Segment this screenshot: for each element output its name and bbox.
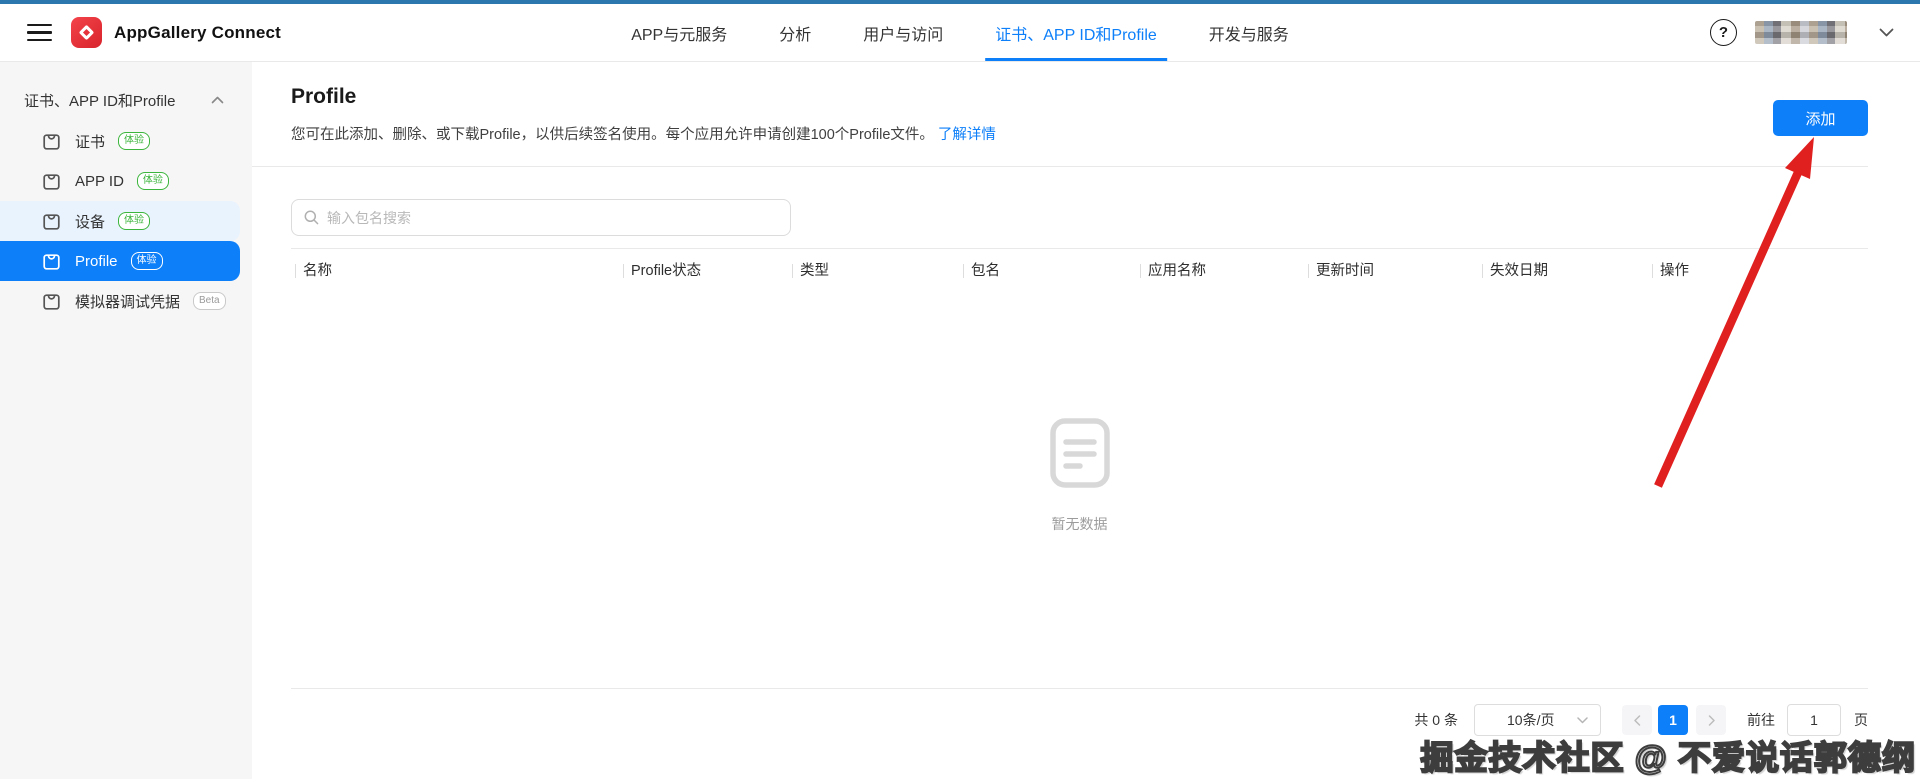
column-header-profile-status: Profile状态 xyxy=(623,263,792,279)
header-divider xyxy=(252,166,1868,167)
sidebar-item-app-id[interactable]: APP ID 体验 xyxy=(0,161,240,201)
trial-badge: 体验 xyxy=(118,212,151,230)
empty-state-text: 暂无数据 xyxy=(1051,516,1108,532)
page-unit-label: 页 xyxy=(1854,712,1868,728)
chevron-up-icon xyxy=(211,96,224,104)
current-page-button[interactable]: 1 xyxy=(1658,705,1688,735)
bag-icon xyxy=(43,293,60,310)
sidebar-item-profile[interactable]: Profile 体验 xyxy=(0,241,240,281)
nav-item-certificates-appid-profile[interactable]: 证书、APP ID和Profile xyxy=(985,4,1167,61)
sidebar-item-label: 证书 xyxy=(75,133,106,151)
bag-icon xyxy=(43,253,60,270)
sidebar-group-title: 证书、APP ID和Profile xyxy=(24,92,176,110)
search-box[interactable] xyxy=(291,199,791,236)
chevron-left-icon xyxy=(1633,714,1640,726)
sidebar-item-label: 设备 xyxy=(75,213,106,231)
column-header-name: 名称 xyxy=(295,263,623,279)
column-header-expiry-date: 失效日期 xyxy=(1482,263,1652,279)
sidebar-item-label: 模拟器调试凭据 xyxy=(75,293,181,311)
search-icon xyxy=(304,210,319,225)
primary-nav: APP与元服务 分析 用户与访问 证书、APP ID和Profile 开发与服务 xyxy=(621,4,1299,61)
account-name-redacted[interactable] xyxy=(1755,21,1847,44)
page-description-text: 您可在此添加、删除、或下载Profile，以供后续签名使用。每个应用允许申请创建… xyxy=(291,127,934,143)
sidebar-item-label: Profile xyxy=(75,252,118,270)
appgallery-logo-icon[interactable] xyxy=(71,17,102,48)
search-input[interactable] xyxy=(327,209,778,226)
nav-item-users-access[interactable]: 用户与访问 xyxy=(853,4,953,61)
column-header-update-time: 更新时间 xyxy=(1308,263,1482,279)
goto-page-input[interactable] xyxy=(1787,704,1841,736)
topbar-right-cluster: ? xyxy=(1710,19,1894,46)
sidebar-item-certificates[interactable]: 证书 体验 xyxy=(0,121,240,161)
bag-icon xyxy=(43,213,60,230)
goto-page-label: 前往 xyxy=(1747,712,1775,728)
search-divider xyxy=(291,248,1868,249)
total-count-text: 共 0 条 xyxy=(1414,712,1458,728)
table-header-row: 名称 Profile状态 类型 包名 应用名称 更新时间 失效日期 操作 xyxy=(295,263,1868,279)
bag-icon xyxy=(43,173,60,190)
appgallery-connect-page: AppGallery Connect APP与元服务 分析 用户与访问 证书、A… xyxy=(0,0,1920,780)
sidebar: 证书、APP ID和Profile 证书 体验 APP ID 体验 设备 体验 … xyxy=(0,62,252,779)
pagination-bar: 共 0 条 10条/页 1 前往 1 页 xyxy=(1414,704,1868,736)
column-header-app-name: 应用名称 xyxy=(1140,263,1308,279)
next-page-button[interactable] xyxy=(1696,705,1726,735)
beta-badge: Beta xyxy=(193,292,226,310)
content-layout: 证书、APP ID和Profile 证书 体验 APP ID 体验 设备 体验 … xyxy=(0,62,1920,779)
chevron-down-icon xyxy=(1577,716,1588,723)
footer-divider xyxy=(291,688,1868,689)
previous-page-button[interactable] xyxy=(1622,705,1652,735)
nav-item-analytics[interactable]: 分析 xyxy=(769,4,821,61)
top-navigation-bar: AppGallery Connect APP与元服务 分析 用户与访问 证书、A… xyxy=(0,4,1920,62)
sidebar-item-devices[interactable]: 设备 体验 xyxy=(0,201,240,241)
trial-badge: 体验 xyxy=(136,172,169,190)
empty-document-icon xyxy=(1049,418,1110,488)
chevron-down-icon[interactable] xyxy=(1879,28,1894,37)
bag-icon xyxy=(43,133,60,150)
trial-badge: 体验 xyxy=(118,132,151,150)
chevron-right-icon xyxy=(1708,714,1715,726)
sidebar-item-label: APP ID xyxy=(75,172,124,190)
column-header-type: 类型 xyxy=(792,263,963,279)
column-header-package-name: 包名 xyxy=(963,263,1140,279)
main-content: Profile 您可在此添加、删除、或下载Profile，以供后续签名使用。每个… xyxy=(252,62,1920,779)
trial-badge: 体验 xyxy=(130,252,163,270)
nav-item-develop-services[interactable]: 开发与服务 xyxy=(1199,4,1299,61)
hamburger-menu-icon[interactable] xyxy=(27,23,52,42)
add-button[interactable]: 添加 xyxy=(1773,100,1868,136)
sidebar-group-header[interactable]: 证书、APP ID和Profile xyxy=(0,81,252,119)
page-description: 您可在此添加、删除、或下载Profile，以供后续签名使用。每个应用允许申请创建… xyxy=(291,123,996,144)
help-icon[interactable]: ? xyxy=(1710,19,1737,46)
learn-more-link[interactable]: 了解详情 xyxy=(938,127,996,143)
brand-title: AppGallery Connect xyxy=(114,22,282,42)
nav-item-app-services[interactable]: APP与元服务 xyxy=(621,4,737,61)
page-size-value: 10条/页 xyxy=(1507,712,1555,728)
page-title: Profile xyxy=(291,85,357,108)
sidebar-items: 证书 体验 APP ID 体验 设备 体验 Profile 体验 模拟器调试凭据… xyxy=(0,121,252,321)
sidebar-item-emulator-credentials[interactable]: 模拟器调试凭据 Beta xyxy=(0,281,240,321)
page-size-select[interactable]: 10条/页 xyxy=(1474,704,1601,736)
column-header-actions: 操作 xyxy=(1652,263,1868,279)
empty-state: 暂无数据 xyxy=(291,417,1868,534)
